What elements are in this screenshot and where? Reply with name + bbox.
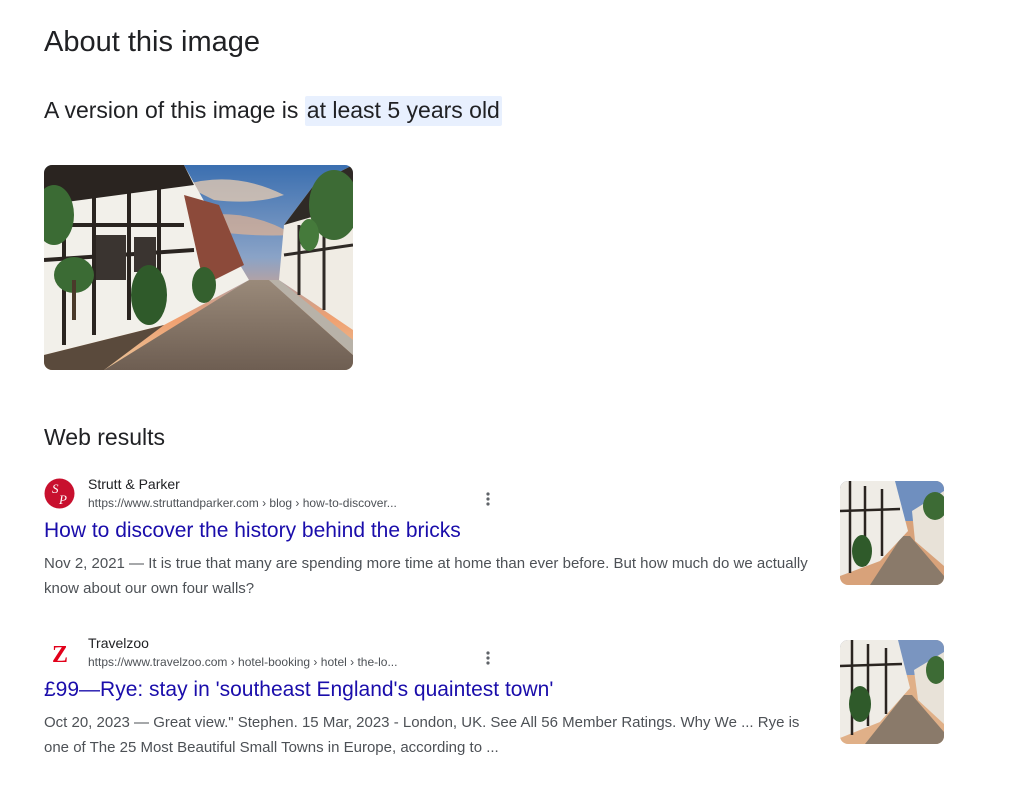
age-highlight-text: at least 5 years old — [304, 96, 502, 126]
favicon-letter-s: S — [52, 481, 59, 496]
favicon-letter-p: P — [58, 492, 67, 507]
image-age-statement: A version of this image is at least 5 ye… — [44, 96, 502, 126]
site-name[interactable]: Travelzoo — [88, 635, 149, 651]
strutt-parker-favicon-icon: S P — [44, 478, 75, 509]
result-title-link[interactable]: £99—Rye: stay in 'southeast England's qu… — [44, 678, 553, 702]
result-snippet: Nov 2, 2021 — It is true that many are s… — [44, 555, 808, 597]
site-url[interactable]: https://www.struttandparker.com › blog ›… — [88, 496, 397, 510]
result-thumbnail[interactable] — [840, 481, 944, 585]
favicon-letter-z: Z — [52, 642, 68, 668]
travelzoo-favicon-icon: Z — [44, 637, 75, 668]
site-url[interactable]: https://www.travelzoo.com › hotel-bookin… — [88, 655, 397, 669]
more-options-icon[interactable] — [482, 490, 494, 508]
result-thumbnail[interactable] — [840, 640, 944, 744]
web-results-heading: Web results — [44, 424, 166, 450]
street-photo — [44, 165, 353, 370]
site-name[interactable]: Strutt & Parker — [88, 476, 180, 492]
more-options-icon[interactable] — [482, 649, 494, 667]
result-title-link[interactable]: How to discover the history behind the b… — [44, 519, 461, 543]
main-image[interactable] — [44, 165, 353, 370]
result-snippet: Oct 20, 2023 — Great view." Stephen. 15 … — [44, 714, 800, 756]
age-prefix-text: A version of this image is — [44, 97, 305, 123]
page-title: About this image — [44, 26, 261, 58]
